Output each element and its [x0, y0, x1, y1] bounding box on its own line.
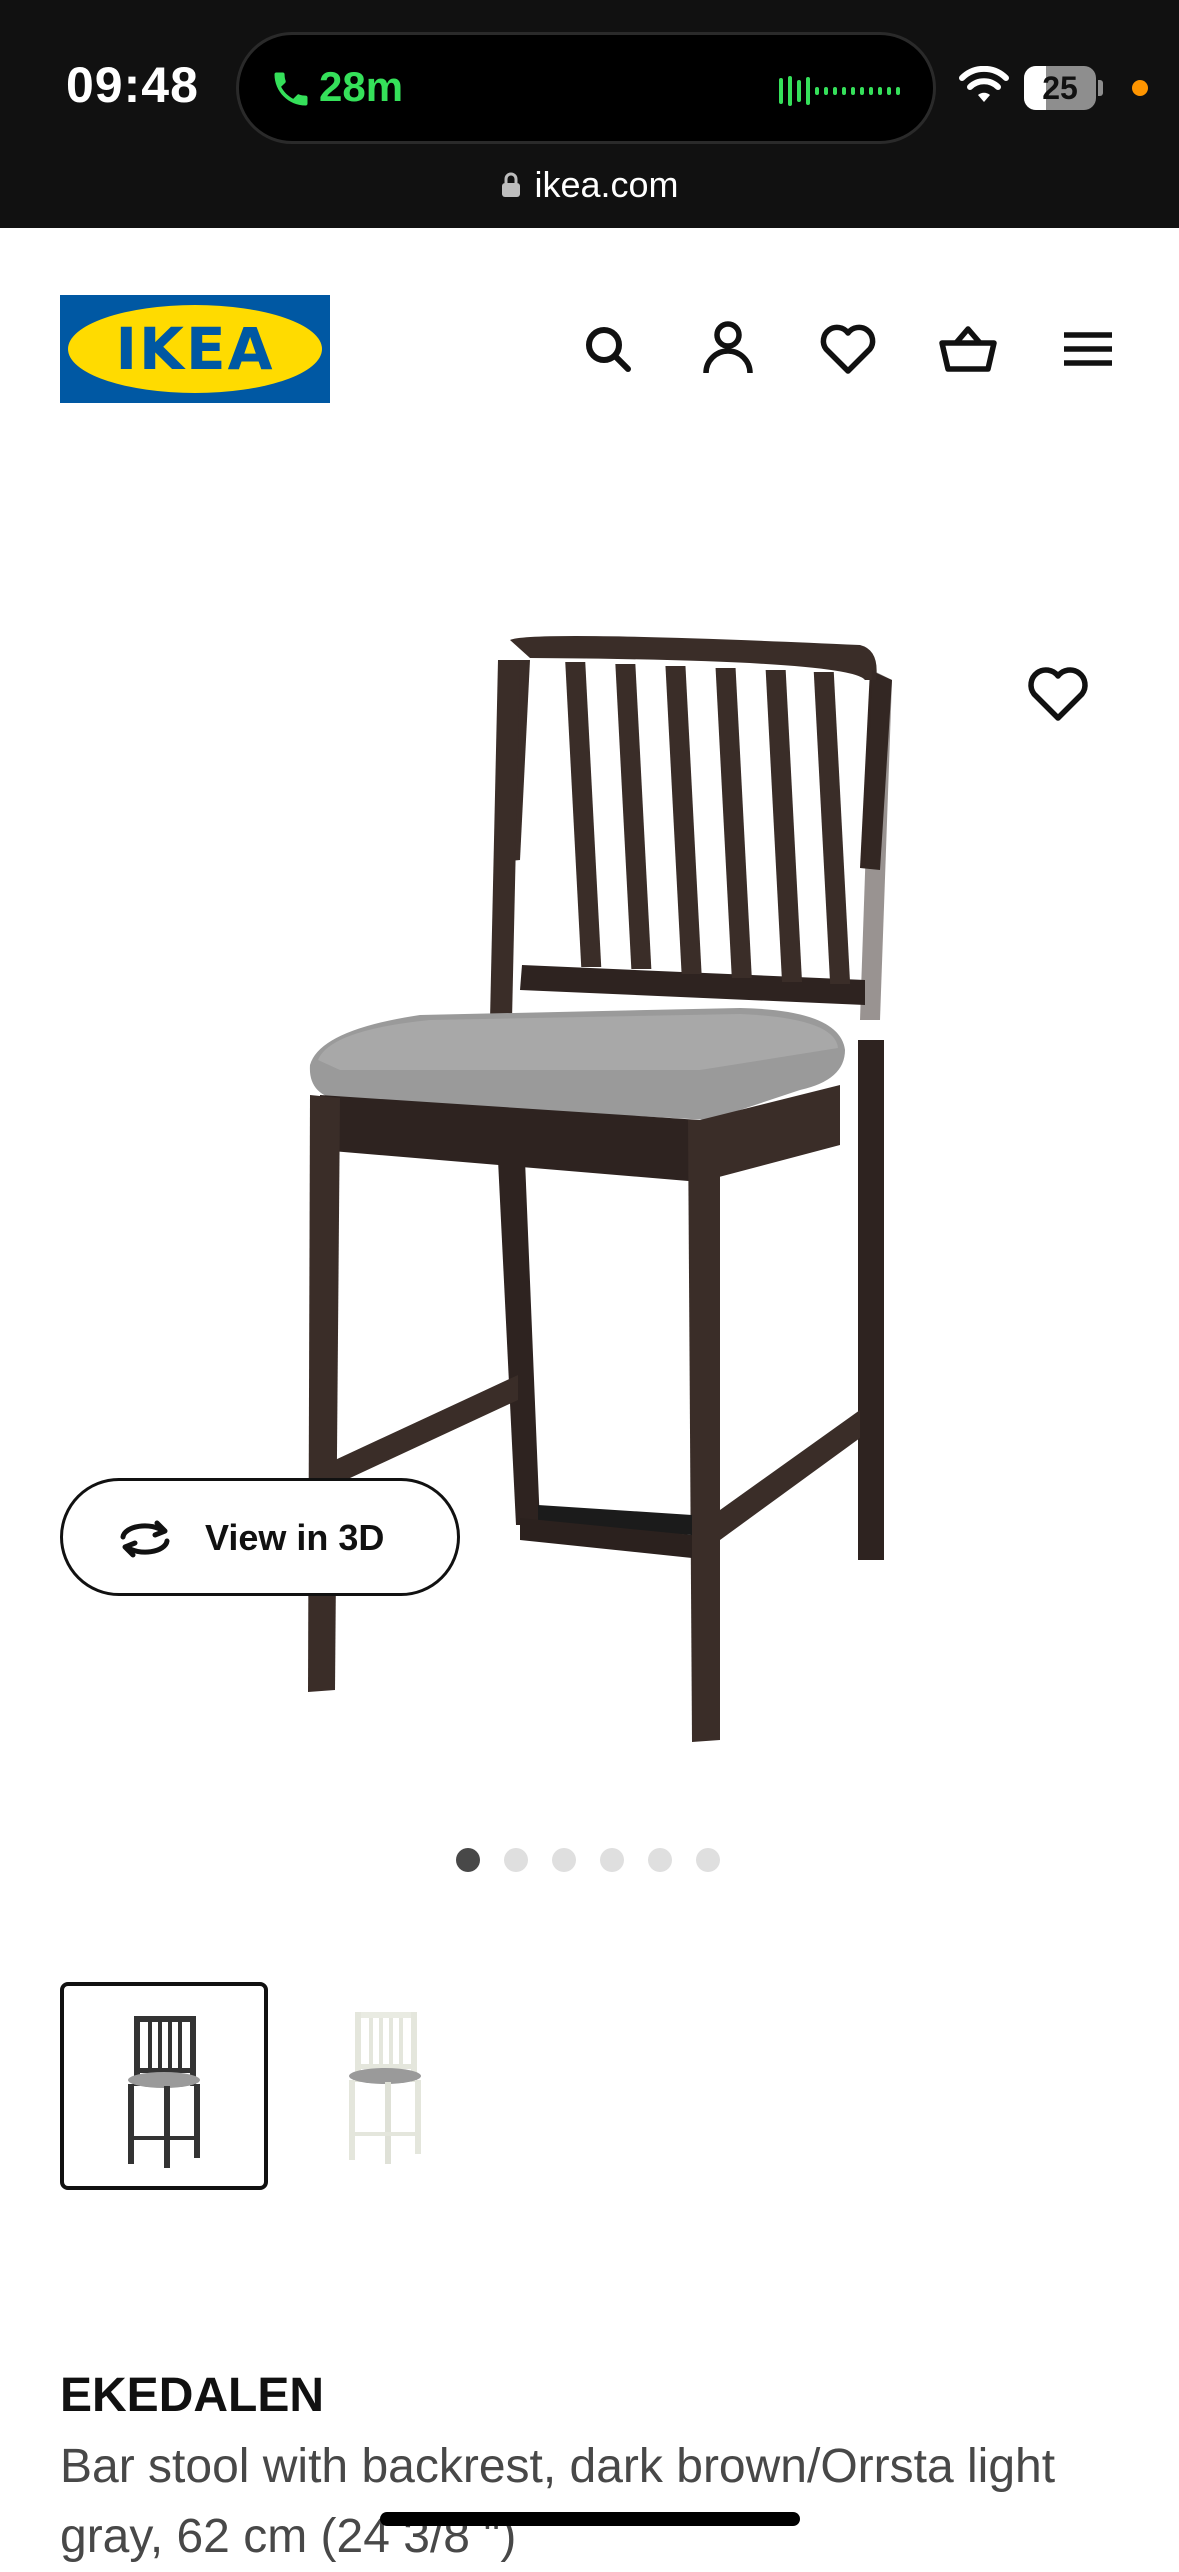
search-icon[interactable]: [578, 315, 638, 381]
favorites-icon[interactable]: [818, 315, 878, 381]
phone-icon: [274, 72, 308, 106]
view-in-3d-label: View in 3D: [205, 1517, 385, 1558]
carousel-dot-6[interactable]: [696, 1848, 720, 1872]
carousel-dot-2[interactable]: [504, 1848, 528, 1872]
carousel-dot-3[interactable]: [552, 1848, 576, 1872]
cart-icon[interactable]: [938, 315, 998, 381]
account-icon[interactable]: [698, 315, 758, 381]
carousel-dot-5[interactable]: [648, 1848, 672, 1872]
wifi-icon: [959, 66, 1009, 102]
view-in-3d-button[interactable]: View in 3D: [60, 1478, 460, 1596]
carousel-pagination[interactable]: [456, 1848, 720, 1872]
product-name: EKEDALEN: [60, 2369, 325, 2422]
battery-level: 25: [1042, 70, 1078, 106]
stool-thumbnail-image: [128, 2016, 200, 2168]
dynamic-island-call[interactable]: 28m: [236, 32, 936, 144]
clock: 09:48: [66, 57, 199, 113]
url-text: ikea.com: [534, 164, 679, 205]
favorite-product-button[interactable]: [1025, 660, 1091, 726]
recording-indicator: [1132, 80, 1148, 96]
menu-icon[interactable]: [1058, 315, 1118, 381]
thumbnail-white[interactable]: [285, 1982, 493, 2190]
product-description: Bar stool with backrest, dark brown/Orrs…: [60, 2440, 1056, 2563]
lock-icon: [502, 172, 521, 197]
ikea-logo[interactable]: IKEA: [60, 295, 330, 403]
call-duration: 28m: [319, 63, 404, 110]
audio-waveform-icon: [779, 71, 909, 111]
status-bar: 09:48 28m 25 ikea.com: [0, 0, 1179, 228]
stool-thumbnail-image: [349, 2012, 421, 2164]
carousel-dot-1[interactable]: [456, 1848, 480, 1872]
home-indicator[interactable]: [380, 2512, 800, 2526]
address-bar[interactable]: ikea.com: [0, 160, 1179, 210]
battery-icon: 25: [1024, 66, 1103, 110]
thumbnail-dark-brown[interactable]: [60, 1982, 268, 2190]
carousel-dot-4[interactable]: [600, 1848, 624, 1872]
logo-text: IKEA: [115, 315, 275, 383]
rotate-3d-icon: [120, 1520, 170, 1558]
